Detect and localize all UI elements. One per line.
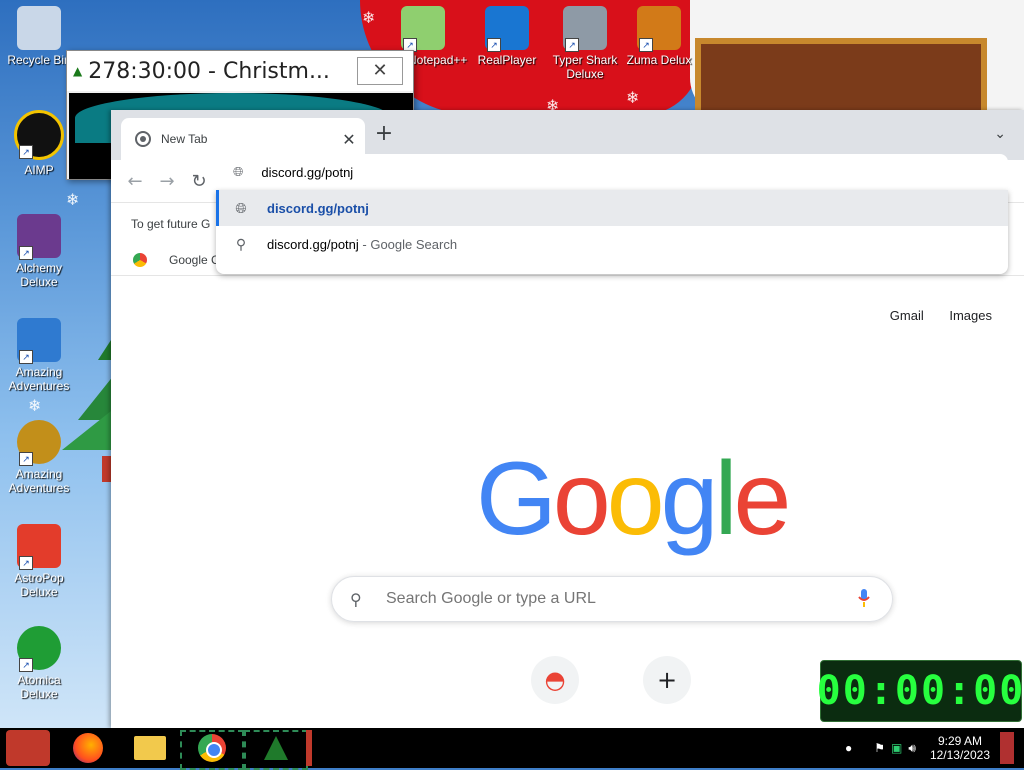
desktop-icon-aimp[interactable]: ↗ AIMP — [2, 110, 76, 177]
clock-time: 9:29 AM — [937, 734, 982, 748]
timer-title-bar[interactable]: ▲ 278:30:00 - Christm... ✕ — [67, 51, 413, 91]
add-shortcut-button[interactable]: + — [643, 656, 691, 704]
search-icon: ⚲ — [350, 589, 362, 609]
omnibox-suggestion-url[interactable]: 🌐︎ discord.gg/potnj — [216, 190, 1008, 226]
plus-icon: + — [656, 666, 678, 694]
info-bar-text: To get future G — [131, 217, 211, 231]
taskbar-clock[interactable]: 9:29 AM 12/13/2023 — [930, 734, 990, 762]
chrome-taskbar-icon[interactable] — [180, 730, 244, 770]
astropop-icon: ↗ — [17, 524, 61, 570]
network-icon[interactable]: ▣ — [891, 741, 902, 755]
desktop-icon-atomica-deluxe[interactable]: ↗ Atomica Deluxe — [2, 626, 76, 701]
images-link[interactable]: Images — [949, 308, 992, 323]
chrome-favicon-icon — [135, 131, 151, 147]
gmail-link[interactable]: Gmail — [890, 308, 924, 323]
google-logo-letter: o — [552, 441, 611, 557]
snowflake-icon: ❄ — [28, 396, 42, 415]
google-logo-letter: G — [476, 441, 557, 557]
notification-dot-icon[interactable]: ● — [845, 741, 852, 755]
bookmark-item[interactable]: Google C — [169, 253, 220, 267]
suggestion-text: discord.gg/potnj — [267, 236, 359, 252]
snowflake-icon: ❄ — [626, 88, 640, 107]
flag-icon[interactable]: ⚑ — [874, 741, 885, 755]
chrome-icon — [133, 253, 147, 267]
desktop-icon-label: Notepad++ — [408, 53, 468, 67]
file-explorer-taskbar-icon[interactable] — [128, 730, 172, 766]
volume-icon[interactable]: 🔊︎ — [908, 741, 916, 756]
search-icon: ⚲ — [235, 236, 247, 252]
typer-shark-icon: ↗ — [563, 6, 607, 52]
timer-window-title: 278:30:00 - Christm... — [88, 58, 330, 84]
desktop-icon-realplayer[interactable]: ↗ RealPlayer — [470, 6, 544, 67]
desktop-icon-label: Atomica Deluxe — [17, 673, 61, 701]
desktop-icon-label: AIMP — [24, 163, 54, 177]
recycle-bin-icon — [17, 6, 61, 50]
clock-date: 12/13/2023 — [929, 748, 990, 762]
google-logo: Google — [476, 440, 792, 559]
chrome-web-store-icon: ◓ — [544, 666, 566, 694]
shortcut-tile[interactable]: ◓ — [531, 656, 579, 704]
desktop-icon-label: Typer Shark Deluxe — [552, 53, 618, 81]
taskbar-separator — [306, 730, 312, 766]
notepad-plus-plus-icon: ↗ — [401, 6, 445, 52]
digital-clock-widget: 00:00:00 — [817, 660, 1023, 722]
alchemy-deluxe-icon: ↗ — [17, 214, 61, 260]
address-bar-text[interactable]: discord.gg/potnj — [261, 165, 353, 180]
google-search-box[interactable]: ⚲ — [331, 576, 893, 622]
desktop-icon-zuma-deluxe[interactable]: ↗ Zuma Delux — [622, 6, 696, 67]
google-top-links: Gmail Images — [868, 308, 992, 323]
reload-button[interactable]: ↻ — [185, 171, 213, 192]
globe-icon: 🌐︎ — [233, 164, 244, 179]
google-logo-letter: o — [606, 441, 665, 557]
tab-close-button[interactable]: ✕ — [339, 130, 359, 149]
aimp-icon: ↗ — [14, 110, 64, 160]
tab-title: New Tab — [161, 132, 208, 146]
taskbar: ● ⚑ ▣ 🔊︎ 9:29 AM 12/13/2023 — [0, 728, 1024, 770]
firefox-taskbar-icon[interactable] — [68, 730, 108, 766]
atomica-icon: ↗ — [17, 626, 61, 672]
microphone-icon[interactable] — [854, 588, 874, 610]
back-button[interactable]: ← — [121, 171, 149, 192]
realplayer-icon: ↗ — [485, 6, 529, 52]
amazing-adventures-icon: ↗ — [17, 420, 61, 466]
search-input[interactable] — [384, 589, 854, 609]
amazing-adventures-icon: ↗ — [17, 318, 61, 364]
suggestion-suffix: - Google Search — [358, 236, 458, 252]
desktop-icon-label: Recycle Bin — [7, 53, 71, 67]
google-logo-letter: l — [714, 441, 737, 557]
desktop-icon-label: Zuma Delux — [626, 53, 692, 67]
suggestion-text: discord.gg/potnj — [267, 200, 369, 216]
close-button[interactable]: ✕ — [357, 57, 403, 85]
zuma-icon: ↗ — [637, 6, 681, 52]
tab-strip: New Tab ✕ + ⌄ — [111, 110, 1024, 160]
desktop-icon-label: AstroPop Deluxe — [14, 571, 64, 599]
globe-icon: 🌐︎ — [235, 200, 247, 216]
google-logo-letter: e — [733, 441, 792, 557]
desktop-icon-typer-shark[interactable]: ↗ Typer Shark Deluxe — [548, 6, 622, 81]
desktop-icon-label: RealPlayer — [477, 53, 537, 67]
system-tray: ● ⚑ ▣ 🔊︎ 9:29 AM 12/13/2023 — [845, 728, 1014, 768]
start-button-santa-icon[interactable] — [6, 730, 50, 766]
new-tab-button[interactable]: + — [373, 123, 395, 146]
omnibox-suggestions: 🌐︎ discord.gg/potnj ⚲ discord.gg/potnj -… — [216, 190, 1008, 274]
snowflake-icon: ❄ — [66, 190, 80, 209]
forward-button[interactable]: → — [153, 171, 181, 192]
google-logo-letter: g — [660, 441, 719, 557]
snowflake-icon: ❄ — [362, 8, 376, 27]
desktop-icon-astropop-deluxe[interactable]: ↗ AstroPop Deluxe — [2, 524, 76, 599]
address-bar[interactable]: 🌐︎ discord.gg/potnj — [216, 154, 1008, 190]
omnibox-suggestion-search[interactable]: ⚲ discord.gg/potnj - Google Search — [216, 226, 1008, 262]
christmas-countdown-taskbar-icon[interactable] — [244, 730, 308, 770]
tab-search-button[interactable]: ⌄ — [994, 126, 1006, 142]
desktop-icon-recycle-bin[interactable]: Recycle Bin — [2, 6, 76, 67]
tree-icon: ▲ — [73, 64, 83, 78]
show-desktop-button[interactable] — [1000, 732, 1014, 764]
